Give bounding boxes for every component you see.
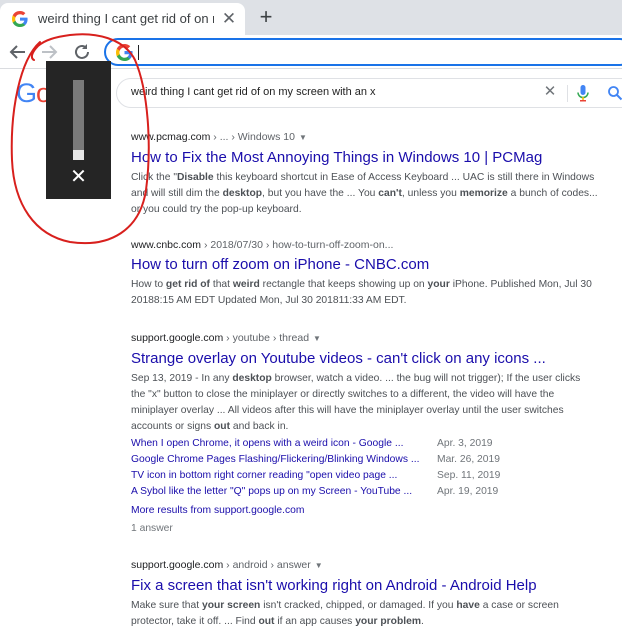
result-domain: www.cnbc.com <box>131 239 202 251</box>
result-path: › android › answer <box>223 559 311 571</box>
tab-strip: weird thing I cant get rid of on my scre… <box>0 0 622 35</box>
result-title-link[interactable]: Strange overlay on Youtube videos - can'… <box>131 349 581 369</box>
thread-date: Sep. 11, 2019 <box>437 470 501 481</box>
microphone-icon[interactable] <box>575 84 591 102</box>
result-title-link[interactable]: How to turn off zoom on iPhone - CNBC.co… <box>131 255 601 275</box>
result-url: www.cnbc.com › 2018/07/30 › how-to-turn-… <box>131 238 601 252</box>
thread-link[interactable]: A Sybol like the letter "Q" pops up on m… <box>131 484 412 500</box>
logo-letter: G <box>16 78 37 108</box>
address-bar[interactable] <box>104 38 622 66</box>
result-path: › ... › Windows 10 <box>210 131 295 143</box>
chevron-down-icon[interactable]: ▼ <box>299 133 307 142</box>
list-item: TV icon in bottom right corner reading "… <box>131 468 531 484</box>
forward-arrow-icon[interactable] <box>38 41 60 63</box>
result-title-link[interactable]: How to Fix the Most Annoying Things in W… <box>131 148 601 168</box>
list-item: When I open Chrome, it opens with a weir… <box>131 436 531 452</box>
thread-link[interactable]: Google Chrome Pages Flashing/Flickering/… <box>131 452 419 468</box>
related-threads: When I open Chrome, it opens with a weir… <box>131 436 531 537</box>
result-domain: www.pcmag.com <box>131 131 211 143</box>
level-fill <box>73 150 84 160</box>
chevron-down-icon[interactable]: ▼ <box>315 561 323 570</box>
new-tab-icon[interactable]: + <box>256 6 276 28</box>
result-snippet: Sep 13, 2019 - In any desktop browser, w… <box>131 373 581 432</box>
search-box[interactable]: weird thing I cant get rid of on my scre… <box>116 78 622 108</box>
result-domain: support.google.com <box>131 332 224 344</box>
search-result: support.google.com › android › answer ▼ F… <box>131 558 601 630</box>
tab-close-icon[interactable]: ✕ <box>220 10 238 28</box>
text-cursor <box>138 45 139 60</box>
thread-link[interactable]: TV icon in bottom right corner reading "… <box>131 468 397 484</box>
tab-title: weird thing I cant get rid of on my scre… <box>38 11 214 26</box>
volume-overlay: ✕ <box>46 61 111 199</box>
search-divider <box>567 85 568 102</box>
answer-count: 1 answer <box>131 523 173 534</box>
overlay-close-icon[interactable]: ✕ <box>67 165 90 188</box>
result-title-link[interactable]: Fix a screen that isn't working right on… <box>131 576 601 596</box>
search-icon[interactable] <box>607 84 622 102</box>
level-bar[interactable] <box>73 80 84 160</box>
list-item: Google Chrome Pages Flashing/Flickering/… <box>131 452 531 468</box>
thread-date: Mar. 26, 2019 <box>437 454 500 465</box>
result-snippet: Click the "Disable this keyboard shortcu… <box>131 172 598 215</box>
result-url: support.google.com › android › answer ▼ <box>131 558 601 573</box>
more-results-link[interactable]: More results from support.google.com <box>131 505 304 516</box>
search-input[interactable]: weird thing I cant get rid of on my scre… <box>131 86 376 98</box>
result-url: www.pcmag.com › ... › Windows 10 ▼ <box>131 130 601 145</box>
result-snippet: How to get rid of that weird rectangle t… <box>131 279 592 306</box>
list-item: A Sybol like the letter "Q" pops up on m… <box>131 484 531 500</box>
thread-link[interactable]: When I open Chrome, it opens with a weir… <box>131 436 403 452</box>
search-result: www.cnbc.com › 2018/07/30 › how-to-turn-… <box>131 238 601 309</box>
result-path: › 2018/07/30 › how-to-turn-off-zoom-on..… <box>201 239 394 251</box>
thread-date: Apr. 19, 2019 <box>437 486 499 497</box>
back-arrow-icon[interactable] <box>7 41 29 63</box>
search-result: support.google.com › youtube › thread ▼ S… <box>131 331 581 435</box>
result-snippet: Make sure that your screen isn't cracked… <box>131 600 559 627</box>
result-path: › youtube › thread <box>223 332 310 344</box>
reload-icon[interactable] <box>71 41 93 63</box>
browser-tab[interactable]: weird thing I cant get rid of on my scre… <box>0 3 245 35</box>
clear-search-icon[interactable]: ✕ <box>541 83 559 101</box>
result-url: support.google.com › youtube › thread ▼ <box>131 331 581 346</box>
result-domain: support.google.com <box>131 559 224 571</box>
search-result: www.pcmag.com › ... › Windows 10 ▼ How to… <box>131 130 601 218</box>
google-g-icon <box>116 44 133 61</box>
thread-date: Apr. 3, 2019 <box>437 438 493 449</box>
chevron-down-icon[interactable]: ▼ <box>313 334 321 343</box>
google-favicon-icon <box>12 11 28 27</box>
